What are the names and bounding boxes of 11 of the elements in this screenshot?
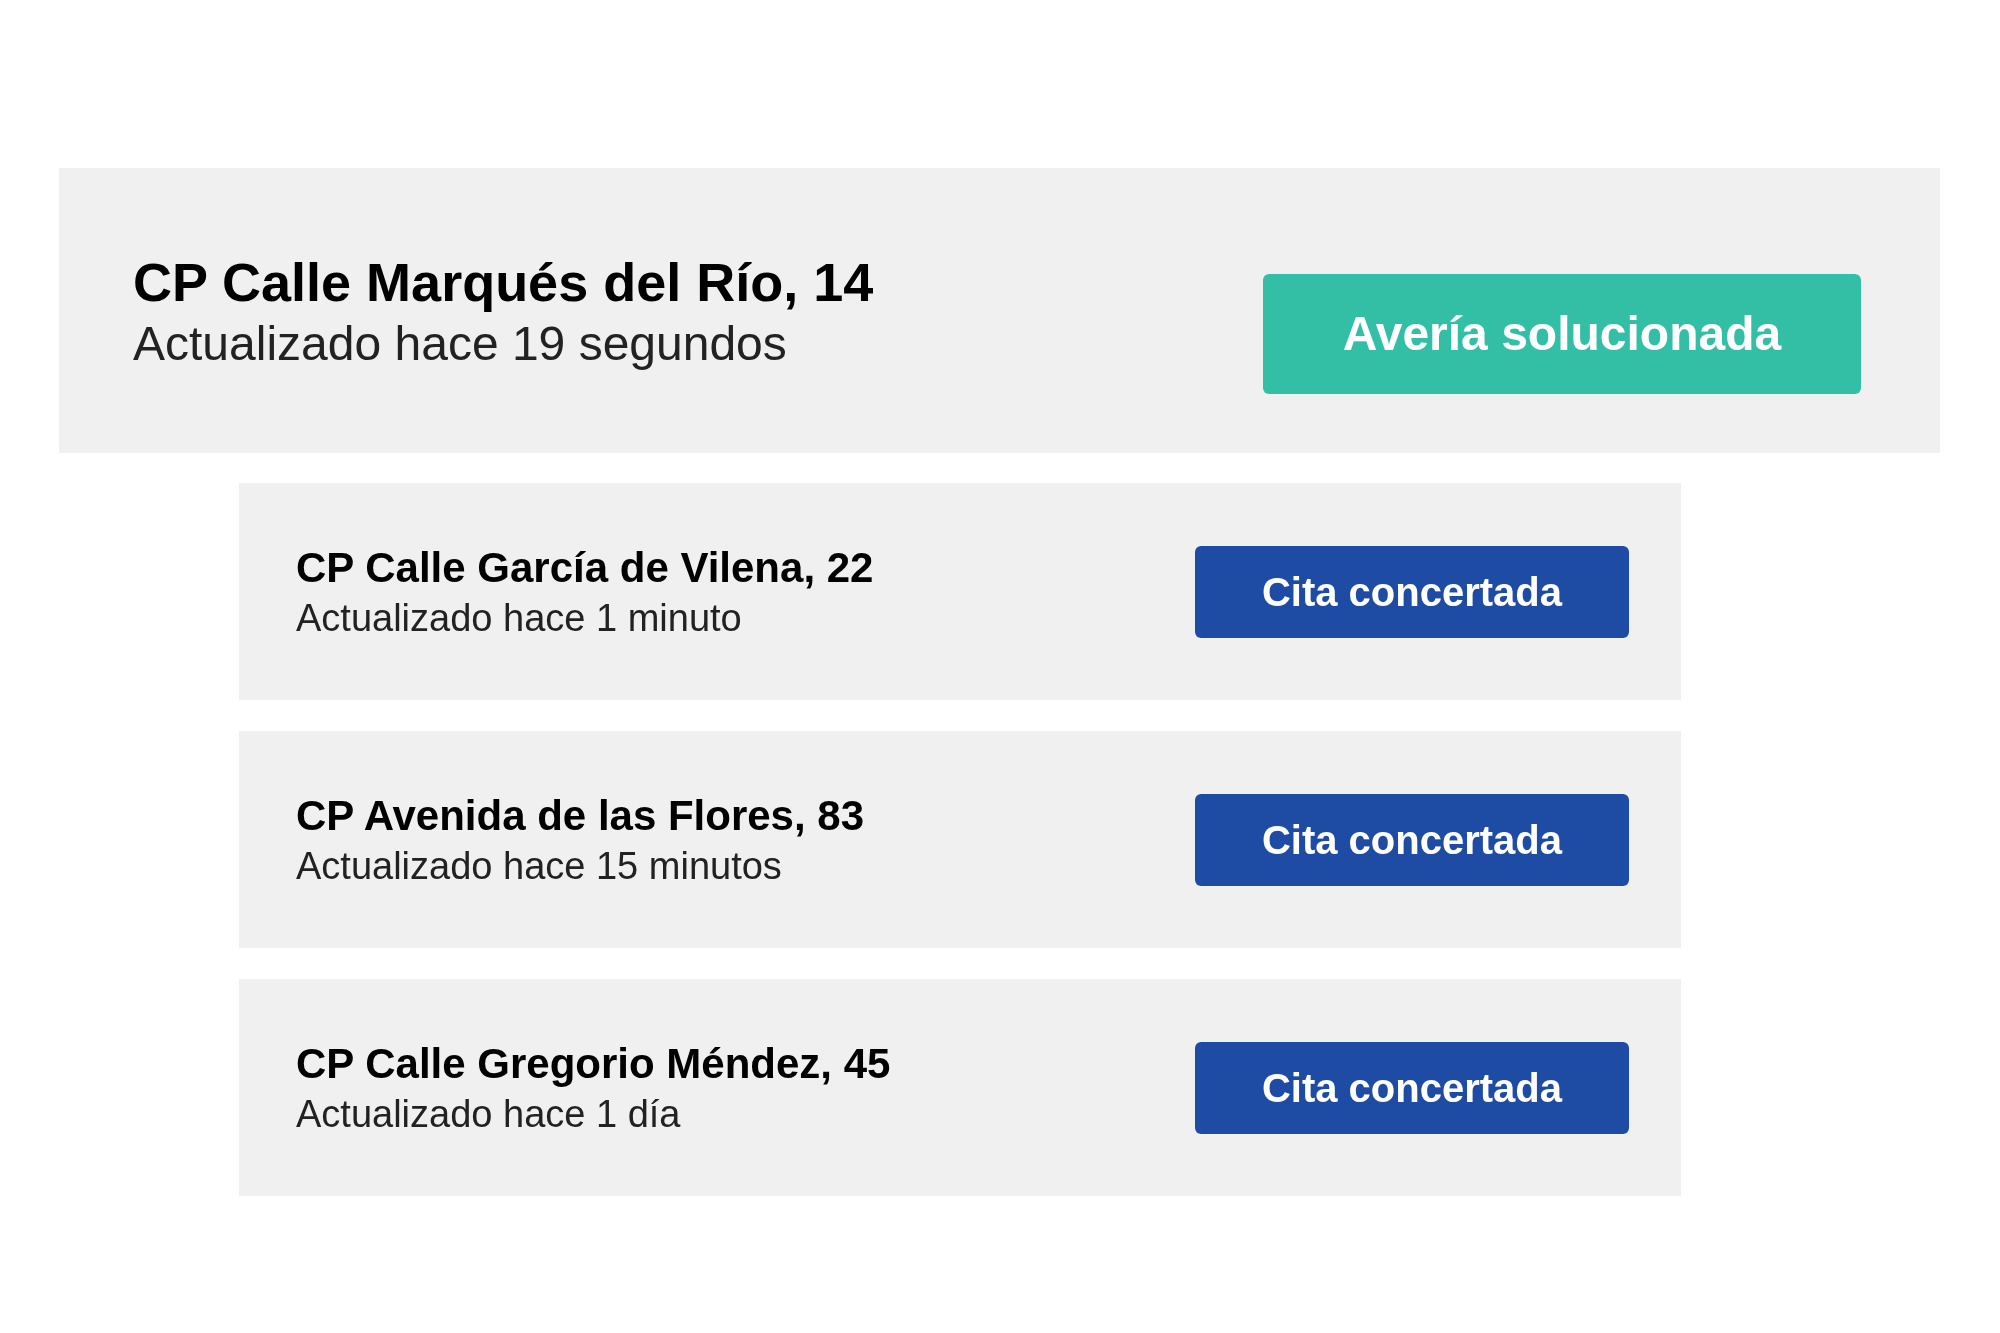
address-title: CP Calle Gregorio Méndez, 45 — [296, 1038, 891, 1089]
status-button[interactable]: Cita concertada — [1195, 545, 1629, 638]
status-button[interactable]: Cita concertada — [1195, 793, 1629, 886]
address-title: CP Avenida de las Flores, 83 — [296, 790, 865, 841]
update-time-text: Actualizado hace 1 minuto — [296, 595, 743, 641]
address-title: CP Calle Marqués del Río, 14 — [133, 250, 874, 314]
address-title: CP Calle García de Vilena, 22 — [296, 542, 874, 593]
update-time-text: Actualizado hace 15 minutos — [296, 843, 783, 889]
update-time-text: Actualizado hace 1 día — [296, 1091, 682, 1137]
update-time-text: Actualizado hace 19 segundos — [133, 315, 788, 372]
status-button[interactable]: Cita concertada — [1195, 1041, 1629, 1134]
